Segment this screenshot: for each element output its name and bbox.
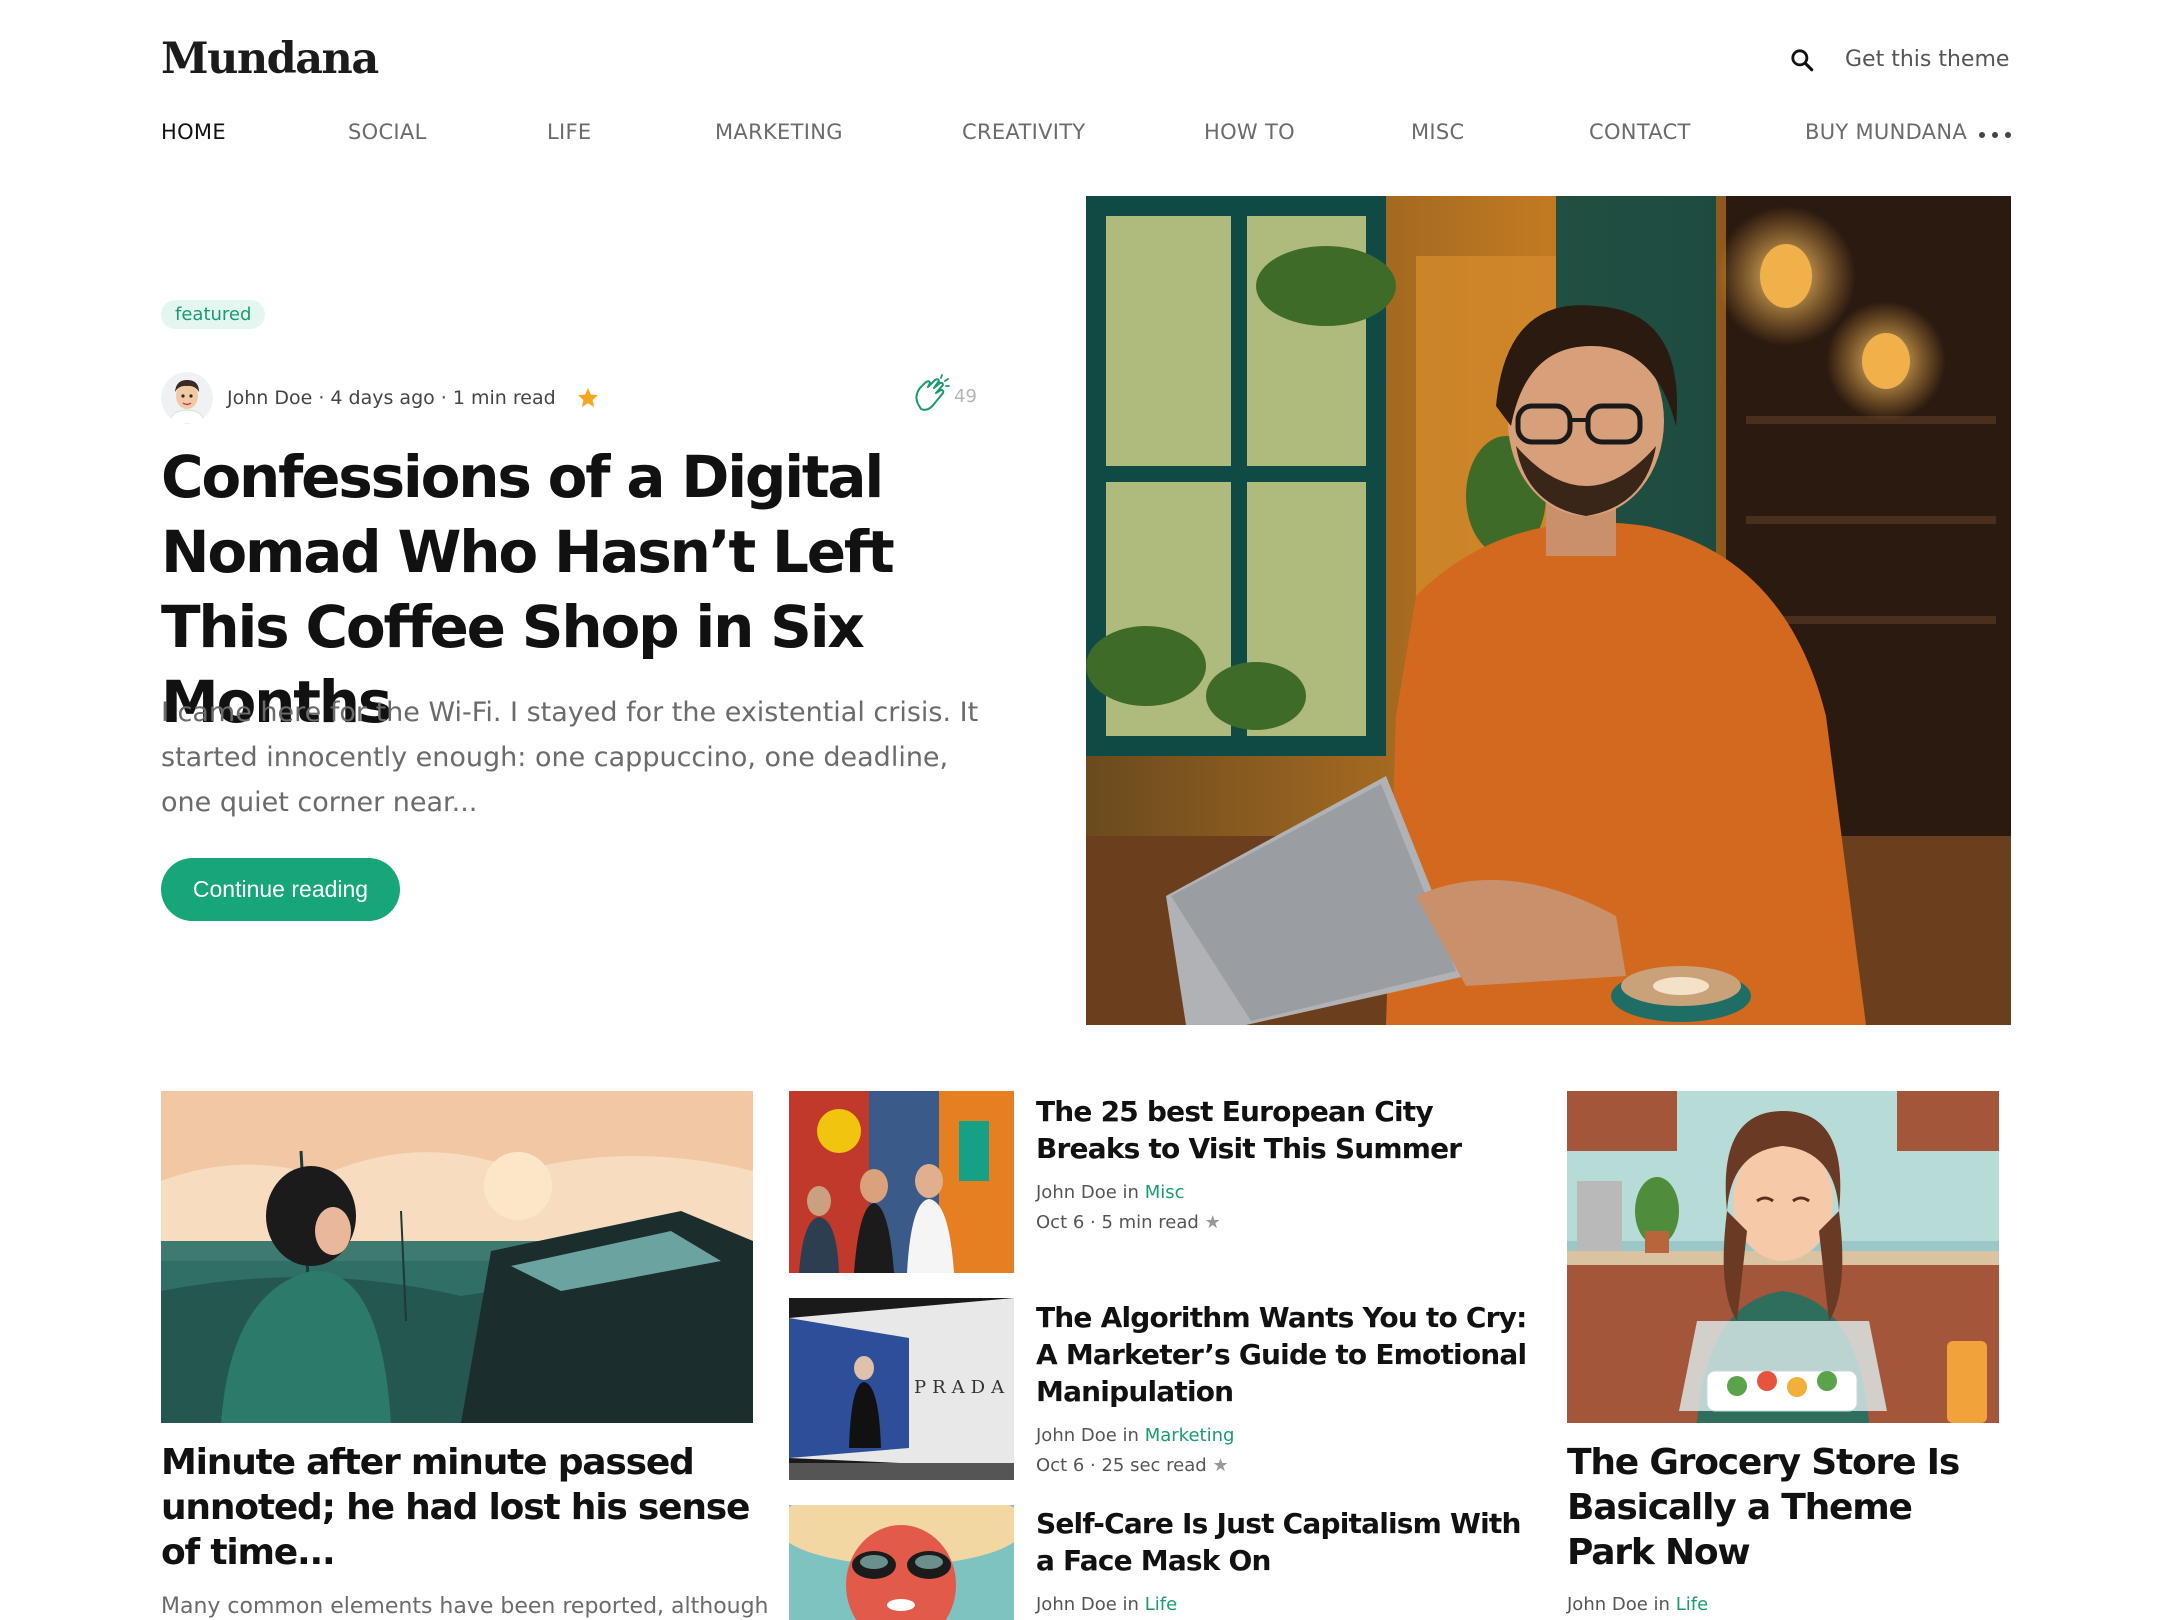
in-label: in <box>1122 1182 1139 1203</box>
author-name[interactable]: John Doe <box>1036 1594 1117 1615</box>
continue-reading-button[interactable]: Continue reading <box>161 858 400 921</box>
search-icon[interactable] <box>1789 47 1815 73</box>
author-name[interactable]: John Doe <box>1567 1594 1648 1615</box>
svg-text:PRADA: PRADA <box>914 1377 1010 1398</box>
nav-social[interactable]: SOCIAL <box>348 120 427 144</box>
nav-buy-mundana[interactable]: BUY MUNDANA <box>1805 120 1967 144</box>
post-image-algorithm-wants-you-to-cry[interactable]: PRADA <box>789 1298 1014 1480</box>
site-logo[interactable]: Mundana <box>161 34 379 84</box>
category-link-life[interactable]: Life <box>1145 1594 1177 1615</box>
in-label: in <box>1122 1425 1139 1446</box>
nav-how-to[interactable]: HOW TO <box>1204 120 1295 144</box>
post-title-grocery-store[interactable]: The Grocery Store Is Basically a Theme P… <box>1567 1440 2007 1575</box>
star-icon: ★ <box>1204 1212 1221 1233</box>
post-title-european-city-breaks[interactable]: The 25 best European City Breaks to Visi… <box>1036 1093 1536 1167</box>
author-name[interactable]: John Doe <box>1036 1425 1117 1446</box>
in-label: in <box>1122 1594 1139 1615</box>
category-link-misc[interactable]: Misc <box>1145 1182 1185 1203</box>
post-meta-european-city-breaks: John Doe in Misc Oct 6 · 5 min read ★ <box>1036 1178 1221 1238</box>
clap-button[interactable]: 49 <box>908 374 977 418</box>
star-icon: ★ <box>1212 1455 1229 1476</box>
nav-life[interactable]: LIFE <box>547 120 591 144</box>
post-title-minute-after-minute[interactable]: Minute after minute passed unnoted; he h… <box>161 1440 761 1575</box>
featured-badge[interactable]: featured <box>161 300 266 329</box>
clap-count: 49 <box>954 385 977 407</box>
nav-creativity[interactable]: CREATIVITY <box>962 120 1086 144</box>
post-meta-algorithm-wants-you-to-cry: John Doe in Marketing Oct 6 · 25 sec rea… <box>1036 1421 1234 1481</box>
nav-home[interactable]: HOME <box>161 120 226 144</box>
date-read: Oct 6 · 5 min read <box>1036 1212 1199 1233</box>
clap-icon <box>915 374 950 411</box>
get-theme-link[interactable]: Get this theme <box>1845 47 2009 72</box>
author-name[interactable]: John Doe <box>1036 1182 1117 1203</box>
more-dots-icon[interactable] <box>1979 132 2011 138</box>
nav-misc[interactable]: MISC <box>1411 120 1465 144</box>
star-icon <box>577 388 598 407</box>
author-avatar[interactable] <box>161 372 213 424</box>
post-title-self-care[interactable]: Self-Care Is Just Capitalism With a Face… <box>1036 1505 1536 1579</box>
main-nav: HOME SOCIAL LIFE MARKETING CREATIVITY HO… <box>161 120 2011 152</box>
featured-excerpt: I came here for the Wi-Fi. I stayed for … <box>161 697 979 818</box>
category-link-marketing[interactable]: Marketing <box>1145 1425 1235 1446</box>
featured-meta: John Doe · 4 days ago · 1 min read <box>161 372 600 424</box>
post-meta-grocery-store: John Doe in Life <box>1567 1590 1708 1620</box>
post-excerpt-minute-after-minute: Many common elements have been reported,… <box>161 1594 769 1619</box>
post-image-self-care[interactable] <box>789 1505 1014 1620</box>
nav-marketing[interactable]: MARKETING <box>715 120 843 144</box>
post-image-european-city-breaks[interactable] <box>789 1091 1014 1273</box>
in-label: in <box>1653 1594 1670 1615</box>
post-meta-self-care: John Doe in Life <box>1036 1590 1177 1620</box>
featured-image[interactable] <box>1086 196 2011 1025</box>
post-title-algorithm-wants-you-to-cry[interactable]: The Algorithm Wants You to Cry: A Market… <box>1036 1299 1536 1410</box>
featured-meta-text: John Doe · 4 days ago · 1 min read <box>227 387 556 409</box>
post-image-minute-after-minute[interactable] <box>161 1091 753 1423</box>
date-read: Oct 6 · 25 sec read <box>1036 1455 1207 1476</box>
category-link-life[interactable]: Life <box>1676 1594 1708 1615</box>
post-image-grocery-store[interactable] <box>1567 1091 1999 1423</box>
nav-contact[interactable]: CONTACT <box>1589 120 1691 144</box>
